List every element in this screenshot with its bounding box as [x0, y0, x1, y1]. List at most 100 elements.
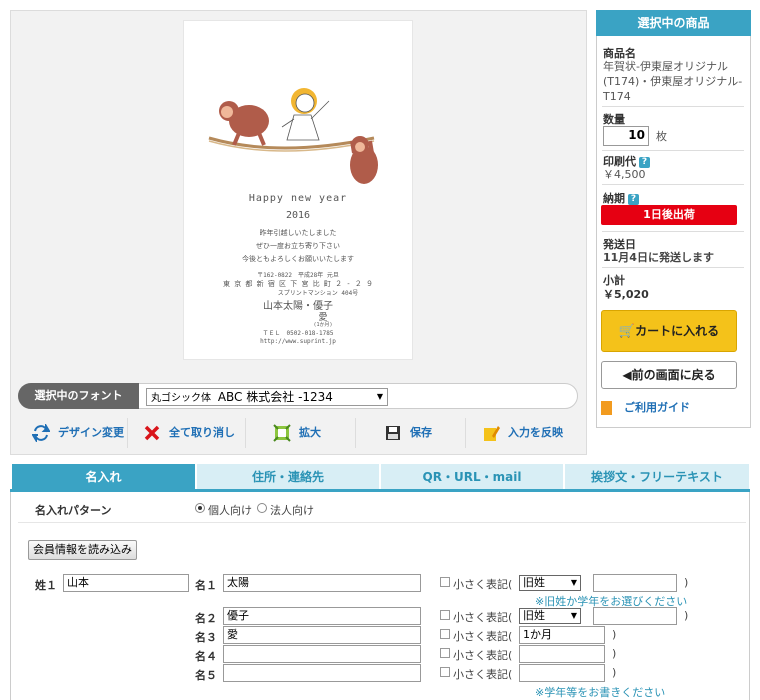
design-change-label: デザイン変更 [58, 426, 124, 439]
divider [602, 184, 744, 185]
ship-date-value: 11月4日に発送します [603, 251, 714, 264]
name5-text-input[interactable] [519, 664, 605, 682]
close-paren: ) [612, 647, 617, 660]
divider [602, 106, 744, 107]
pattern-personal-label: 個人向け [208, 504, 252, 517]
save-button[interactable]: 保存 [384, 419, 432, 447]
back-label: 前の画面に戻る [631, 368, 716, 382]
card-child-note: (1か月) [313, 322, 333, 328]
pattern-personal-radio[interactable] [195, 503, 205, 513]
product-name-value: 年賀状-伊東屋オリジナル(T174)・伊東屋オリジナル-T174 [603, 60, 743, 103]
usage-guide-label: ご利用ガイド [624, 401, 690, 414]
name2-small-label: 小さく表記( [453, 611, 513, 624]
chevron-down-icon: ▼ [376, 392, 383, 401]
name4-text-input[interactable] [519, 645, 605, 663]
card-url: http://www.suprint.jp [260, 338, 336, 345]
name3-text-input[interactable]: 1か月 [519, 626, 605, 644]
zoom-label: 拡大 [299, 426, 321, 439]
toolbar-divider [355, 418, 356, 448]
divider [602, 150, 744, 151]
close-icon [144, 425, 160, 441]
floppy-disk-icon [386, 426, 400, 440]
card-address-2: スプリントマンション 404号 [277, 290, 359, 297]
subtotal-label: 小計 [603, 274, 625, 287]
apply-input-label: 入力を反映 [508, 426, 563, 439]
toolbar-divider [245, 418, 246, 448]
divider [18, 522, 746, 523]
card-postal: 〒162-0822 平成28年 元旦 [257, 272, 339, 279]
delivery-badge: 1日後出荷 [601, 205, 737, 225]
card-line-2: ぜひ一度お立ち寄り下さい [256, 242, 340, 250]
font-select-prefix: 丸ゴシック体 [151, 393, 211, 404]
font-label: 選択中のフォント [18, 383, 139, 409]
usage-guide-link[interactable]: ご利用ガイド [601, 399, 690, 417]
load-member-info-button[interactable]: 会員情報を読み込み [28, 540, 137, 560]
name1-label: 名１ [195, 579, 217, 592]
tab-qr-url-mail[interactable]: QR・URL・mail [381, 464, 563, 490]
name5-input[interactable] [223, 664, 421, 682]
close-paren: ) [612, 666, 617, 679]
apply-input-button[interactable]: 入力を反映 [482, 419, 563, 447]
name1-select[interactable]: 旧姓 ▼ [519, 575, 581, 591]
chevron-down-icon: ▼ [570, 611, 577, 620]
pattern-corporate-radio[interactable] [257, 503, 267, 513]
selected-product-header: 選択中の商品 [596, 10, 751, 36]
close-paren: ) [684, 576, 689, 589]
zoom-button[interactable]: 拡大 [273, 419, 321, 447]
save-label: 保存 [410, 426, 432, 439]
design-change-button[interactable]: デザイン変更 [32, 419, 124, 447]
name3-input[interactable]: 愛 [223, 626, 421, 644]
cancel-all-label: 全て取り消し [169, 426, 235, 439]
help-icon[interactable]: ? [639, 156, 650, 168]
font-select-sample: ABC 株式会社 -1234 [217, 390, 333, 404]
name2-extra-input[interactable] [593, 607, 677, 625]
name4-input[interactable] [223, 645, 421, 663]
name2-select[interactable]: 旧姓 ▼ [519, 608, 581, 624]
card-line-3: 今後ともよろしくお願いいたします [242, 255, 354, 263]
chevron-down-icon: ▼ [570, 578, 577, 587]
card-year: 2016 [285, 210, 311, 221]
refresh-icon [32, 424, 50, 442]
delivery-label-text: 納期 [603, 192, 625, 205]
name5-label: 名５ [195, 669, 217, 682]
name1-select-value: 旧姓 [523, 576, 545, 589]
name2-input[interactable]: 優子 [223, 607, 421, 625]
book-icon [601, 401, 612, 415]
tab-address-contact[interactable]: 住所・連絡先 [197, 464, 379, 490]
add-to-cart-label: カートに入れる [635, 324, 720, 338]
back-button[interactable]: ◀前の画面に戻る [601, 361, 737, 389]
card-greeting: Happy new year [248, 193, 348, 204]
close-paren: ) [612, 628, 617, 641]
name3-small-checkbox[interactable] [440, 629, 450, 639]
quantity-label: 数量 [603, 113, 625, 126]
name5-small-label: 小さく表記( [453, 668, 513, 681]
tab-name-entry[interactable]: 名入れ [12, 464, 195, 490]
subtotal-value: ￥5,020 [603, 288, 649, 301]
tab-greeting-text[interactable]: 挨拶文・フリーテキスト [565, 464, 749, 490]
name2-small-checkbox[interactable] [440, 610, 450, 620]
note-grade: ※学年等をお書きください [535, 686, 666, 699]
card-line-1: 昨年引越しいたしました [259, 229, 337, 237]
toolbar-divider [127, 418, 128, 448]
name1-small-checkbox[interactable] [440, 577, 450, 587]
add-to-cart-button[interactable]: 🛒カートに入れる [601, 310, 737, 352]
name3-small-label: 小さく表記( [453, 630, 513, 643]
card-tel: ＴＥＬ 0502-018-1785 [262, 330, 334, 337]
name4-label: 名４ [195, 650, 217, 663]
cancel-all-button[interactable]: 全て取り消し [143, 419, 235, 447]
font-select[interactable]: 丸ゴシック体 ABC 株式会社 -1234 ▼ [146, 388, 388, 406]
name4-small-label: 小さく表記( [453, 649, 513, 662]
greeting-card-preview[interactable]: Happy new year 2016 昨年引越しいたしました ぜひ一度お立ち寄… [183, 20, 413, 360]
arrow-left-icon: ◀ [622, 368, 632, 382]
pattern-corporate-label: 法人向け [270, 504, 314, 517]
pattern-label: 名入れパターン [35, 504, 112, 517]
surname-input[interactable]: 山本 [63, 574, 189, 592]
help-icon[interactable]: ? [628, 193, 639, 205]
name1-extra-input[interactable] [593, 574, 677, 592]
name4-small-checkbox[interactable] [440, 648, 450, 658]
zoom-icon [273, 424, 291, 442]
name1-input[interactable]: 太陽 [223, 574, 421, 592]
note-pencil-icon [484, 426, 500, 441]
quantity-input[interactable]: 10 [603, 126, 649, 146]
name5-small-checkbox[interactable] [440, 667, 450, 677]
